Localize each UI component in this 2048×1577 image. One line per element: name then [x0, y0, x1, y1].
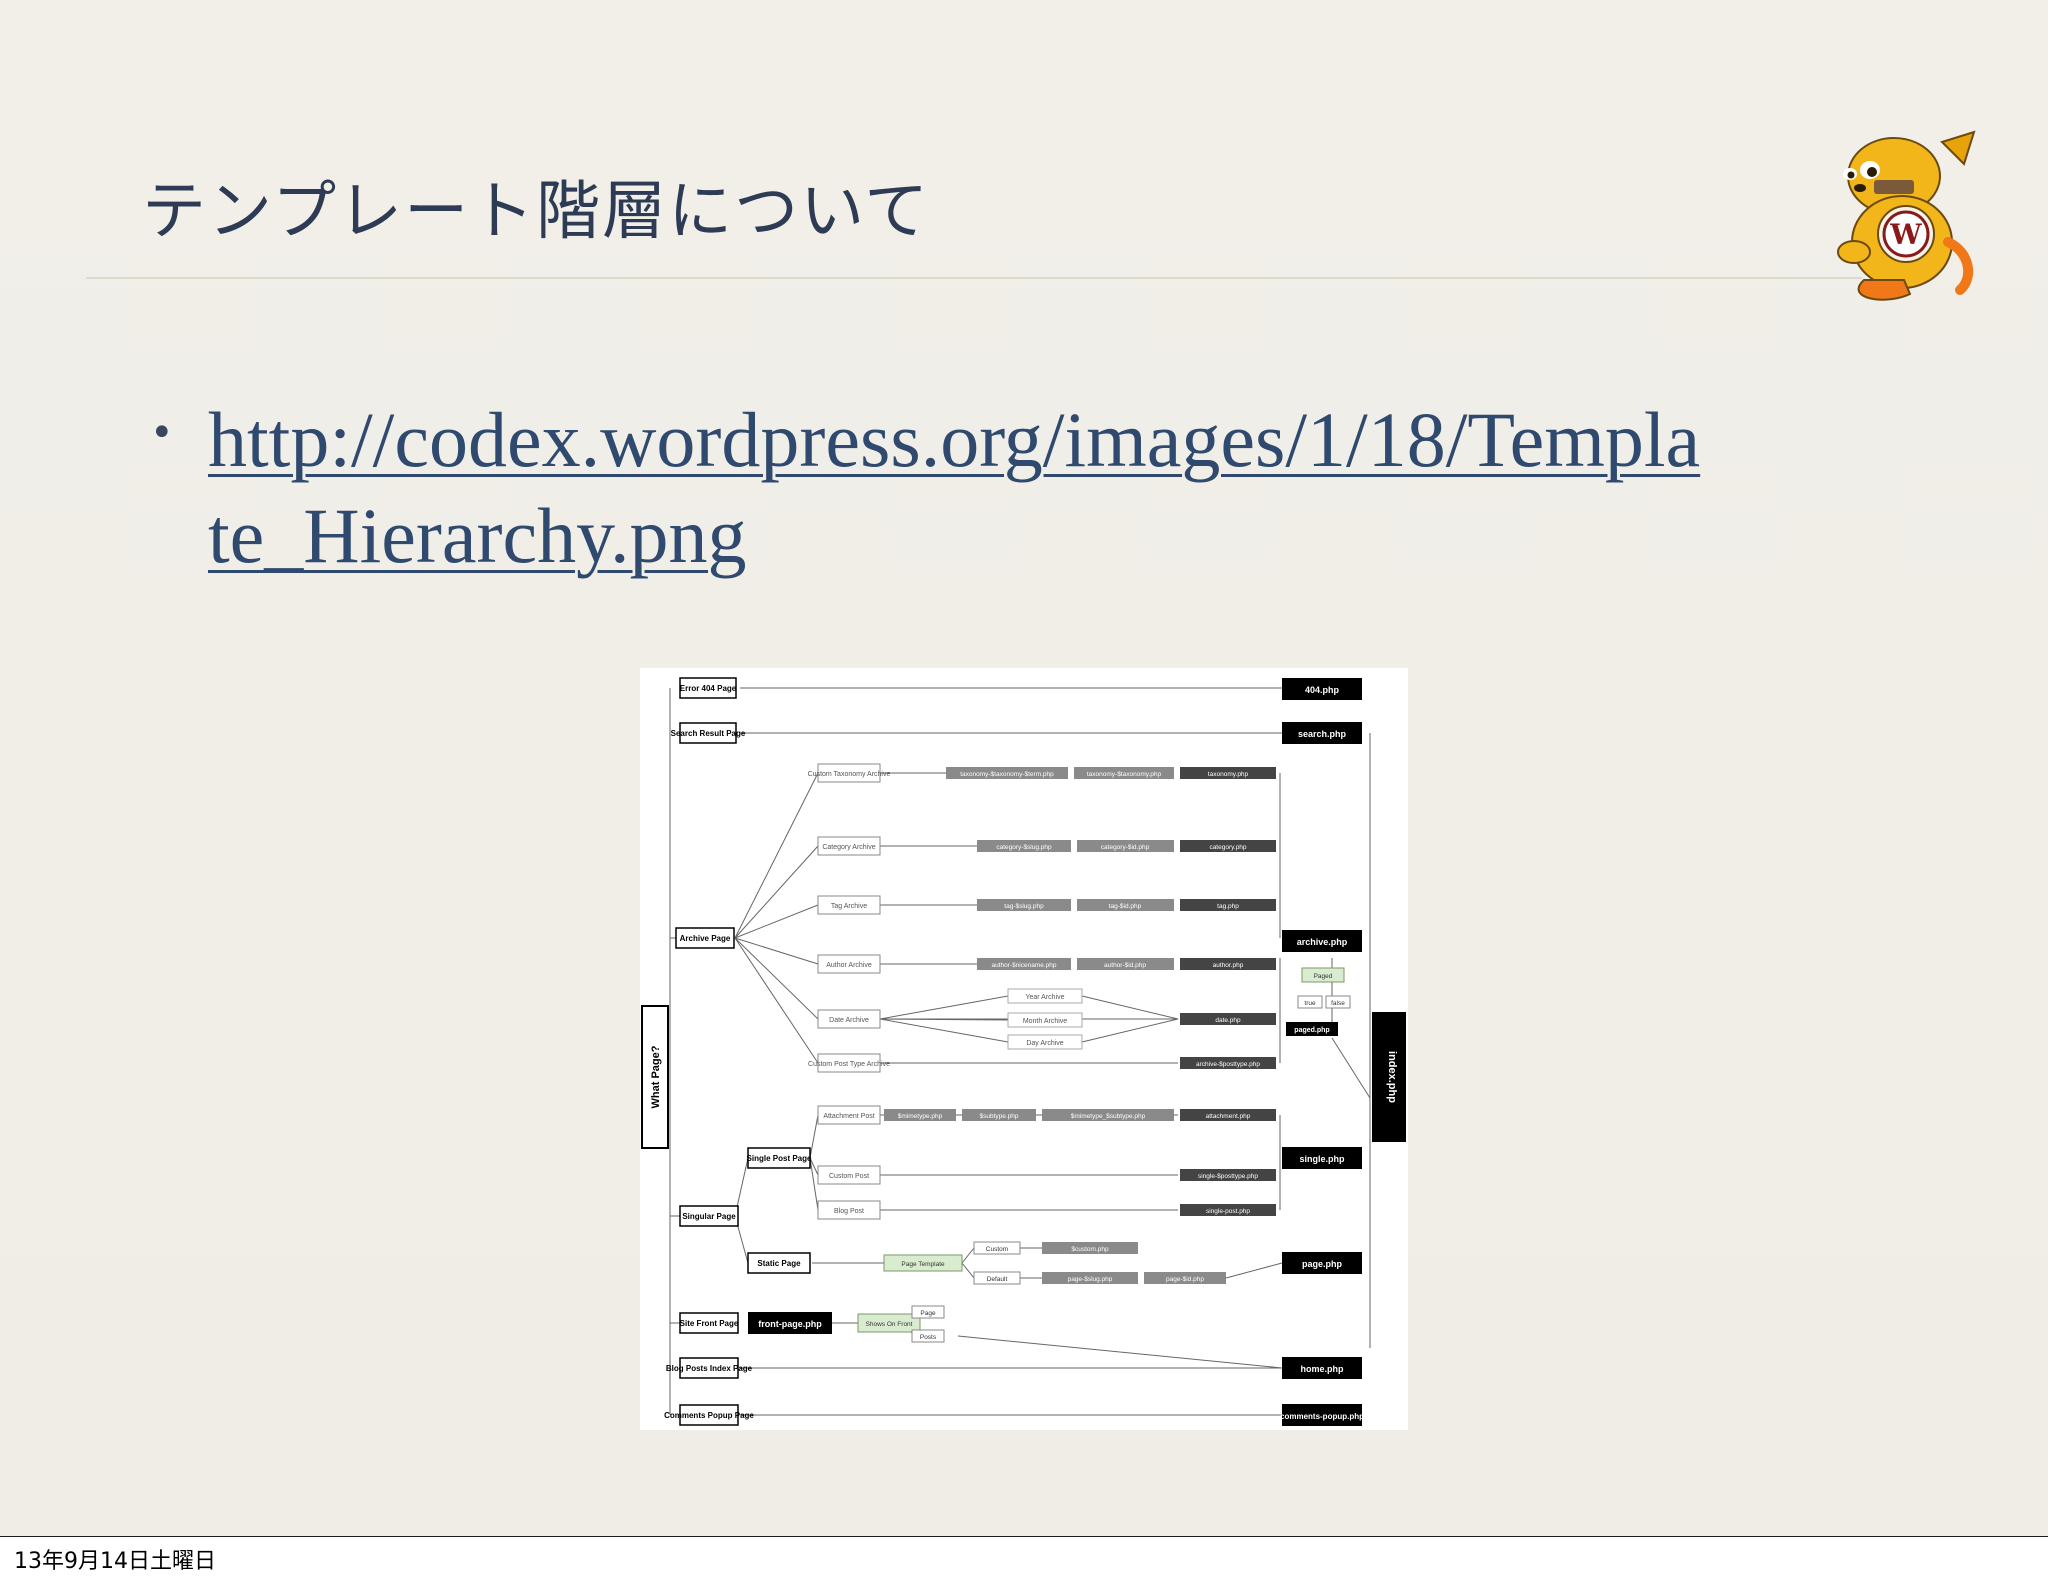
date-template: date.php: [1215, 1017, 1241, 1024]
year-archive-node: Year Archive: [1025, 994, 1064, 1001]
footer-date: 13年9月14日土曜日: [14, 1549, 216, 1574]
comments-popup-template: comments-popup.php: [1280, 1412, 1364, 1421]
posts-label: Posts: [920, 1334, 937, 1341]
single-post-template: single-post.php: [1206, 1208, 1250, 1215]
wapuu-mascot-icon: W: [1837, 130, 1976, 301]
custom-label: Custom: [986, 1246, 1008, 1253]
author-archive-node: Author Archive: [826, 962, 872, 969]
template-hierarchy-diagram: Error 404 Page Search Result Page Archiv…: [640, 668, 1408, 1430]
tag-archive-node: Tag Archive: [831, 903, 867, 910]
day-archive-node: Day Archive: [1026, 1040, 1063, 1047]
category-slug-template: category-$slug.php: [996, 844, 1052, 851]
date-archive-node: Date Archive: [829, 1017, 869, 1024]
month-archive-node: Month Archive: [1023, 1018, 1067, 1025]
archive-posttype-template: archive-$posttype.php: [1196, 1061, 1260, 1068]
tag-id-template: tag-$id.php: [1109, 903, 1142, 910]
post-type-archive-node: Custom Post Type Archive: [808, 1061, 890, 1068]
index-template: index.php: [1386, 1051, 1398, 1103]
footer-bar: 13年9月14日土曜日: [0, 1536, 2048, 1577]
what-page-label: What Page?: [650, 1045, 662, 1108]
paged-node: Paged: [1314, 973, 1333, 980]
category-template: category.php: [1209, 844, 1246, 851]
site-front-page-node: Site Front Page: [680, 1319, 739, 1328]
single-template: single.php: [1300, 1154, 1346, 1164]
archive-type-boxes: Custom Taxonomy Archive Category Archive…: [808, 763, 1083, 1220]
tag-template: tag.php: [1217, 903, 1239, 910]
comments-page-node: Comments Popup Page: [664, 1411, 754, 1420]
diagram-lines: [669, 687, 1371, 1416]
mimetype-subtype-template: $mimetype_$subtype.php: [1071, 1113, 1146, 1120]
false-label: false: [1331, 1000, 1345, 1007]
error-page-node: Error 404 Page: [680, 684, 737, 693]
tag-slug-template: tag-$slug.php: [1004, 903, 1044, 910]
blog-post-node: Blog Post: [834, 1208, 864, 1215]
archive-template: archive.php: [1297, 937, 1348, 947]
search-template: search.php: [1298, 729, 1347, 739]
attachment-template: attachment.php: [1206, 1113, 1251, 1120]
flow-labels: Page Template Custom Default Paged true …: [857, 967, 1351, 1343]
singular-page-node: Singular Page: [682, 1212, 736, 1221]
category-id-template: category-$id.php: [1101, 844, 1150, 851]
page-template-node: Page Template: [901, 1261, 945, 1268]
mimetype-template: $mimetype.php: [898, 1113, 943, 1120]
attachment-post-node: Attachment Post: [823, 1113, 874, 1120]
template-hierarchy-link[interactable]: http://codex.wordpress.org/images/1/18/T…: [208, 392, 1708, 584]
true-label: true: [1304, 1000, 1316, 1007]
taxonomy-template: taxonomy.php: [1208, 771, 1249, 778]
paged-template: paged.php: [1294, 1027, 1329, 1034]
title-divider: [86, 277, 1862, 279]
category-archive-node: Category Archive: [822, 844, 875, 851]
search-page-node: Search Result Page: [671, 729, 746, 738]
bullet-list: • http://codex.wordpress.org/images/1/18…: [150, 392, 1750, 584]
page-label: Page: [920, 1310, 936, 1317]
archive-page-node: Archive Page: [680, 934, 731, 943]
404-template: 404.php: [1305, 685, 1340, 695]
blog-posts-page-node: Blog Posts Index Page: [666, 1364, 753, 1373]
bullet-marker: •: [150, 410, 174, 456]
author-template: author.php: [1213, 962, 1244, 969]
bullet-item: • http://codex.wordpress.org/images/1/18…: [150, 392, 1750, 584]
single-post-page-node: Single Post Page: [747, 1154, 812, 1163]
slide-title: テンプレート階層について: [142, 175, 931, 249]
taxonomy-term-template: taxonomy-$taxonomy-$term.php: [960, 771, 1054, 778]
root-node: What Page?: [641, 1005, 669, 1149]
page-slug-template: page-$slug.php: [1068, 1276, 1113, 1283]
front-page-template: front-page.php: [758, 1319, 822, 1329]
author-id-template: author-$id.php: [1104, 962, 1146, 969]
static-page-node: Static Page: [757, 1259, 801, 1268]
svg-text:W: W: [1889, 218, 1922, 251]
taxonomy-taxonomy-template: taxonomy-$taxonomy.php: [1087, 771, 1162, 778]
final-template-boxes: 404.php search.php archive.php paged.php…: [748, 678, 1406, 1426]
single-posttype-template: single-$posttype.php: [1198, 1173, 1258, 1180]
page-id-template: page-$id.php: [1166, 1276, 1204, 1283]
slide: テンプレート階層について W • http://codex.wordpress.…: [0, 0, 2048, 1536]
subtype-template: $subtype.php: [979, 1113, 1018, 1120]
page-template: page.php: [1302, 1259, 1343, 1269]
custom-post-node: Custom Post: [829, 1173, 869, 1180]
default-label: Default: [987, 1276, 1008, 1283]
shows-on-front-node: Shows On Front: [866, 1321, 913, 1328]
custom-page-template: $custom.php: [1071, 1246, 1109, 1253]
taxonomy-archive-node: Custom Taxonomy Archive: [808, 771, 891, 778]
home-template: home.php: [1301, 1364, 1344, 1374]
author-nicename-template: author-$nicename.php: [991, 962, 1056, 969]
